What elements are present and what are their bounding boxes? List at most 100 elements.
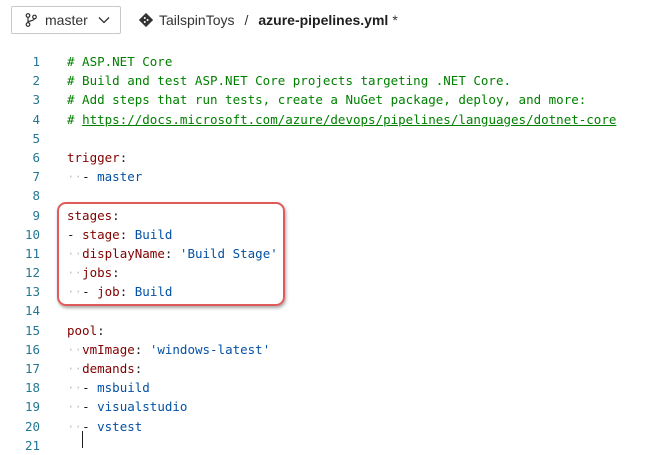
code-line[interactable]: 8: [0, 186, 646, 205]
code-token: ··: [67, 361, 83, 376]
line-number: 15: [24, 322, 40, 338]
code-token: #: [67, 111, 83, 127]
breadcrumb-separator: /: [244, 12, 249, 28]
branch-label: master: [45, 12, 88, 28]
line-number: 16: [24, 341, 40, 357]
line-number: 5: [32, 130, 40, 146]
line-number: 3: [32, 92, 40, 108]
code-token: 'Build Stage': [179, 245, 278, 261]
code-link[interactable]: https://docs.microsoft.com/azure/devops/…: [82, 112, 616, 127]
line-number: 14: [24, 303, 40, 319]
code-token: :: [97, 322, 105, 338]
code-line[interactable]: 15 pool:: [0, 321, 646, 340]
code-content: - stage: Build: [67, 225, 172, 244]
code-token: :: [164, 245, 180, 261]
code-line[interactable]: 5: [0, 129, 646, 148]
code-content: # Build and test ASP.NET Core projects t…: [67, 71, 511, 90]
code-token: vstest: [97, 418, 143, 434]
code-line[interactable]: 21: [0, 436, 646, 455]
code-content: ··demands:: [67, 359, 142, 378]
code-content: # https://docs.microsoft.com/azure/devop…: [67, 110, 616, 129]
code-token: ··: [67, 341, 83, 357]
code-token: ··: [67, 169, 83, 185]
code-token: :: [112, 265, 120, 281]
code-line[interactable]: 3 # Add steps that run tests, create a Nu…: [0, 90, 646, 109]
code-line[interactable]: 7 ··- master: [0, 167, 646, 186]
code-token: Build: [134, 226, 173, 242]
code-line[interactable]: 11 ··displayName: 'Build Stage': [0, 244, 646, 263]
code-token: -: [82, 399, 98, 415]
code-content: ··- msbuild: [67, 378, 150, 397]
breadcrumb-file: azure-pipelines.yml: [258, 12, 389, 28]
code-token: :: [134, 341, 150, 357]
code-token: ··: [67, 265, 83, 281]
code-editor[interactable]: 1 # ASP.NET Core 2 # Build and test ASP.NET…: [0, 52, 646, 455]
code-token: msbuild: [97, 380, 150, 396]
code-token: -: [82, 169, 98, 185]
line-number: 19: [24, 399, 40, 415]
code-token: master: [97, 169, 143, 185]
code-line[interactable]: 12 ··jobs:: [0, 263, 646, 282]
code-token: :: [134, 361, 143, 376]
chevron-down-icon: [98, 16, 110, 24]
code-line[interactable]: 9 stages:: [0, 206, 646, 225]
line-number: 4: [32, 111, 40, 127]
code-line[interactable]: 13 ··- job: Build: [0, 282, 646, 301]
text-cursor: [82, 431, 83, 448]
code-token: ··: [67, 418, 83, 434]
code-line[interactable]: 20 ··- vstest: [0, 417, 646, 436]
modified-indicator: *: [392, 12, 398, 28]
code-token: trigger: [67, 149, 120, 165]
code-token: ··: [67, 245, 83, 261]
code-token: # Add steps that run tests, create a NuG…: [67, 92, 587, 108]
code-token: stages: [67, 207, 113, 223]
code-token: stage: [82, 226, 120, 242]
line-number: 8: [32, 188, 40, 204]
git-branch-icon: [25, 13, 37, 27]
editor-header: master TailspinToys / azure-pipelines.ym…: [0, 0, 646, 44]
line-number: 2: [32, 73, 40, 89]
line-number: 6: [32, 149, 40, 165]
code-content: ··jobs:: [67, 263, 120, 282]
code-token: -: [67, 226, 83, 242]
code-content: ··- visualstudio: [67, 397, 187, 416]
code-token: ··: [67, 399, 83, 415]
code-token: job: [97, 284, 120, 300]
code-token: vmImage: [82, 341, 135, 357]
line-number: 20: [24, 418, 40, 434]
code-token: # ASP.NET Core: [67, 54, 173, 69]
code-line[interactable]: 19 ··- visualstudio: [0, 397, 646, 416]
code-line[interactable]: 4 # https://docs.microsoft.com/azure/devo…: [0, 110, 646, 129]
code-content: ··vmImage: 'windows-latest': [67, 340, 270, 359]
code-token: -: [82, 284, 98, 300]
code-token: ··: [67, 284, 83, 300]
code-content: pool:: [67, 321, 105, 340]
line-number: 7: [32, 169, 40, 185]
line-number: 17: [24, 361, 40, 376]
code-token: ··: [67, 380, 83, 396]
code-token: Build: [134, 284, 173, 300]
code-token: :: [112, 207, 120, 223]
line-number: 12: [24, 265, 40, 281]
code-line[interactable]: 1 # ASP.NET Core: [0, 52, 646, 71]
code-token: pool: [67, 322, 98, 338]
code-line[interactable]: 18 ··- msbuild: [0, 378, 646, 397]
code-token: jobs: [82, 265, 113, 281]
code-line[interactable]: 6 trigger:: [0, 148, 646, 167]
code-token: -: [82, 418, 98, 434]
code-line[interactable]: 10 - stage: Build: [0, 225, 646, 244]
code-content: ··- job: Build: [67, 282, 172, 301]
code-line[interactable]: 16 ··vmImage: 'windows-latest': [0, 340, 646, 359]
code-token: visualstudio: [97, 399, 188, 415]
breadcrumb-repo[interactable]: TailspinToys: [159, 12, 234, 28]
code-token: demands: [82, 361, 135, 376]
code-line[interactable]: 17 ··demands:: [0, 359, 646, 378]
code-token: 'windows-latest': [149, 341, 271, 357]
code-content: ··displayName: 'Build Stage': [67, 244, 278, 263]
code-line[interactable]: 2 # Build and test ASP.NET Core projects …: [0, 71, 646, 90]
code-line[interactable]: 14: [0, 301, 646, 320]
branch-selector[interactable]: master: [11, 6, 121, 34]
code-token: :: [119, 226, 135, 242]
line-number: 18: [24, 380, 40, 396]
line-number: 13: [24, 284, 40, 300]
